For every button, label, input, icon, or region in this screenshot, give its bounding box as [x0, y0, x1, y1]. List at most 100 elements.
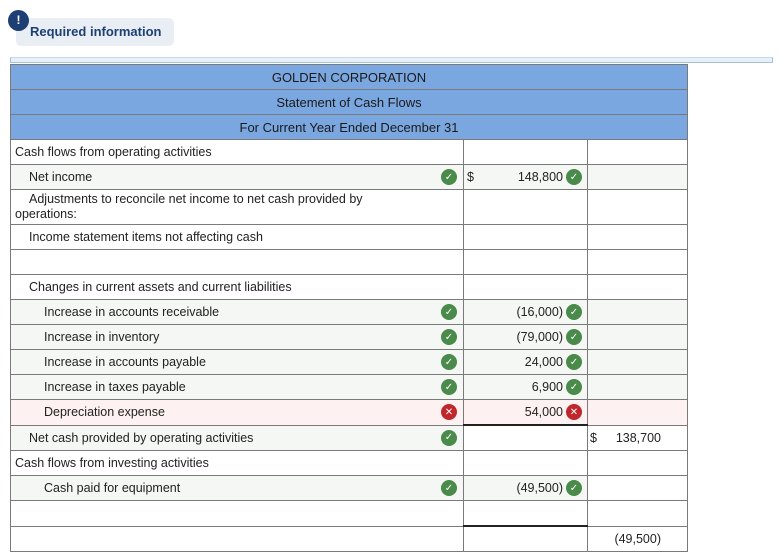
- check-circle-icon: ✓: [566, 480, 582, 496]
- row-label: Net cash provided by operating activitie…: [29, 430, 254, 445]
- total-input-cell[interactable]: [587, 374, 688, 400]
- table-row: Income statement items not affecting cas…: [10, 224, 688, 250]
- row-label: Increase in accounts receivable: [44, 305, 220, 319]
- amount-input-cell[interactable]: [463, 249, 588, 275]
- table-row: Increase in taxes payable ✓ 6,900 ✓: [10, 374, 688, 400]
- amount-input-cell[interactable]: 24,000 ✓: [463, 349, 588, 375]
- total-input-cell[interactable]: [587, 324, 688, 350]
- total-input-cell[interactable]: [587, 249, 688, 275]
- table-row: Increase in inventory ✓ (79,000) ✓: [10, 324, 688, 350]
- statement-period: For Current Year Ended December 31: [10, 114, 688, 140]
- row-label: Increase in inventory: [44, 330, 160, 344]
- total-input-cell[interactable]: [587, 500, 688, 527]
- table-row: (49,500): [10, 525, 688, 552]
- table-row: Increase in accounts receivable ✓ (16,000…: [10, 299, 688, 325]
- row-label: Depreciation expense: [44, 405, 165, 420]
- total-input-cell[interactable]: [587, 139, 688, 165]
- table-row: [10, 500, 688, 527]
- label-cell[interactable]: Increase in taxes payable ✓: [10, 374, 464, 400]
- row-label: Increase in taxes payable: [44, 380, 186, 394]
- amount-value: 24,000: [524, 355, 563, 369]
- label-cell[interactable]: Cash flows from investing activities: [10, 450, 464, 476]
- total-value: 138,700: [615, 430, 661, 445]
- label-cell[interactable]: Income statement items not affecting cas…: [10, 224, 464, 250]
- currency-symbol: $: [467, 170, 474, 184]
- label-cell[interactable]: Cash flows from operating activities: [10, 139, 464, 165]
- total-value: (49,500): [614, 531, 661, 546]
- amount-input-cell[interactable]: (49,500) ✓: [463, 475, 588, 501]
- check-circle-icon: ✓: [441, 379, 457, 395]
- amount-input-cell[interactable]: 6,900 ✓: [463, 374, 588, 400]
- amount-input-cell[interactable]: [463, 500, 588, 527]
- label-cell[interactable]: [10, 525, 464, 552]
- total-input-cell[interactable]: [587, 450, 688, 476]
- check-circle-icon: ✓: [441, 480, 457, 496]
- amount-input-cell[interactable]: [463, 224, 588, 250]
- section-divider: [10, 57, 773, 63]
- amount-value: (49,500): [516, 481, 563, 495]
- amount-input-cell[interactable]: (16,000) ✓: [463, 299, 588, 325]
- label-cell[interactable]: Changes in current assets and current li…: [10, 274, 464, 300]
- amount-input-cell[interactable]: [463, 424, 588, 451]
- check-circle-icon: ✓: [566, 379, 582, 395]
- table-row: Depreciation expense ✕ 54,000 ✕: [10, 399, 688, 426]
- row-label: Changes in current assets and current li…: [29, 280, 292, 294]
- amount-input-cell[interactable]: [463, 450, 588, 476]
- company-name: GOLDEN CORPORATION: [10, 64, 688, 90]
- amount-value: 148,800: [517, 170, 563, 184]
- total-input-cell[interactable]: $138,700: [587, 424, 688, 451]
- amount-value: 54,000: [524, 405, 563, 419]
- label-cell[interactable]: [10, 249, 464, 275]
- amount-input-cell[interactable]: [463, 139, 588, 165]
- row-label: Net income: [29, 170, 93, 184]
- label-cell[interactable]: [10, 500, 464, 527]
- table-row: Adjustments to reconcile net income to n…: [10, 189, 688, 225]
- amount-input-cell[interactable]: [463, 189, 588, 225]
- label-cell[interactable]: Increase in accounts receivable ✓: [10, 299, 464, 325]
- label-cell[interactable]: Cash paid for equipment ✓: [10, 475, 464, 501]
- total-input-cell[interactable]: [587, 399, 688, 426]
- x-circle-icon: ✕: [566, 404, 582, 420]
- row-label: Adjustments to reconcile net income to n…: [29, 192, 363, 206]
- total-input-cell[interactable]: [587, 274, 688, 300]
- currency-symbol: $: [590, 430, 597, 445]
- total-input-cell[interactable]: [587, 475, 688, 501]
- check-circle-icon: ✓: [566, 169, 582, 185]
- amount-value: 6,900: [531, 380, 563, 394]
- amount-input-cell[interactable]: [463, 274, 588, 300]
- required-information-label[interactable]: Required information: [16, 18, 175, 46]
- check-circle-icon: ✓: [566, 354, 582, 370]
- table-row: Cash flows from operating activities: [10, 139, 688, 165]
- label-cell[interactable]: Net cash provided by operating activitie…: [10, 424, 464, 451]
- table-row: [10, 249, 688, 275]
- info-badge-icon: !: [8, 10, 29, 31]
- check-circle-icon: ✓: [441, 354, 457, 370]
- label-cell[interactable]: Increase in accounts payable ✓: [10, 349, 464, 375]
- check-circle-icon: ✓: [566, 304, 582, 320]
- total-input-cell[interactable]: [587, 224, 688, 250]
- label-cell[interactable]: Net income ✓: [10, 164, 464, 190]
- amount-input-cell[interactable]: 54,000 ✕: [463, 399, 588, 426]
- x-circle-icon: ✕: [441, 404, 457, 421]
- amount-input-cell[interactable]: [463, 525, 588, 552]
- row-label: Cash flows from operating activities: [15, 145, 212, 159]
- amount-input-cell[interactable]: (79,000) ✓: [463, 324, 588, 350]
- label-cell[interactable]: Adjustments to reconcile net income to n…: [10, 189, 464, 225]
- table-row: Increase in accounts payable ✓ 24,000 ✓: [10, 349, 688, 375]
- total-input-cell[interactable]: [587, 189, 688, 225]
- check-circle-icon: ✓: [441, 304, 457, 320]
- label-cell[interactable]: Increase in inventory ✓: [10, 324, 464, 350]
- amount-value: (16,000): [516, 305, 563, 319]
- amount-input-cell[interactable]: $148,800 ✓: [463, 164, 588, 190]
- statement-title: Statement of Cash Flows: [10, 89, 688, 115]
- table-row: Cash paid for equipment ✓ (49,500) ✓: [10, 475, 688, 501]
- row-label: Increase in accounts payable: [44, 355, 206, 369]
- label-cell[interactable]: Depreciation expense ✕: [10, 399, 464, 426]
- check-circle-icon: ✓: [441, 429, 457, 446]
- total-input-cell[interactable]: (49,500): [587, 525, 688, 552]
- row-label: Cash paid for equipment: [44, 481, 181, 495]
- table-row: Cash flows from investing activities: [10, 450, 688, 476]
- total-input-cell[interactable]: [587, 299, 688, 325]
- total-input-cell[interactable]: [587, 349, 688, 375]
- total-input-cell[interactable]: [587, 164, 688, 190]
